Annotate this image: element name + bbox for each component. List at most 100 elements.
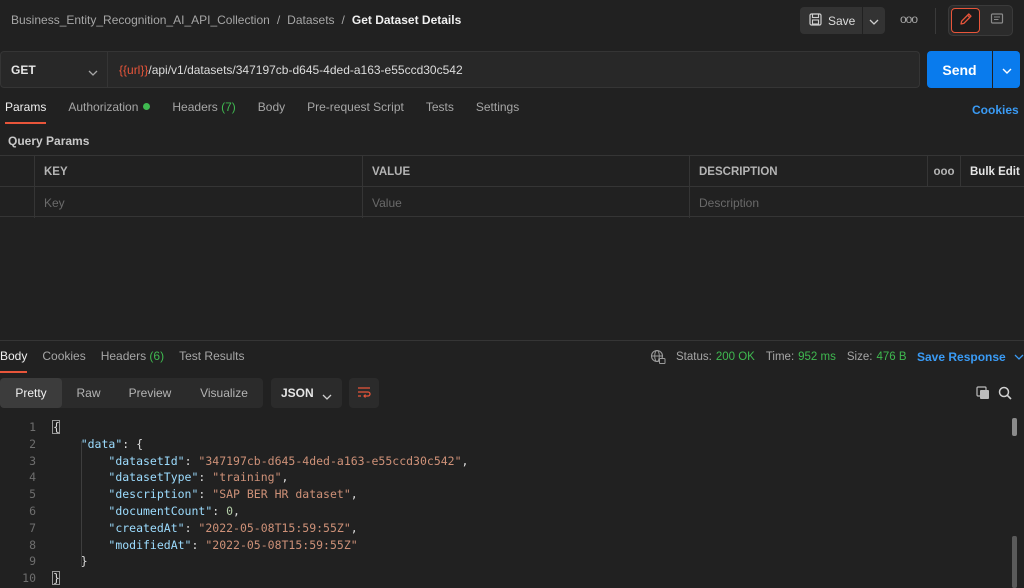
- format-select[interactable]: JSON: [271, 378, 342, 408]
- comment-icon: [990, 12, 1004, 29]
- code-punctuation: ,: [233, 504, 240, 518]
- globe-icon[interactable]: [650, 349, 666, 365]
- view-pretty[interactable]: Pretty: [0, 378, 62, 408]
- json-key: "datasetId": [108, 453, 185, 468]
- json-key: "datasetType": [108, 470, 199, 485]
- description-input[interactable]: Description: [689, 187, 1024, 218]
- scrollbar-track-marker: [1012, 536, 1017, 588]
- scrollbar-thumb[interactable]: [1012, 418, 1017, 436]
- response-divider[interactable]: [0, 340, 1024, 341]
- json-key: "data": [80, 436, 123, 451]
- line-number: 10: [22, 571, 36, 586]
- json-key: "description": [108, 487, 199, 502]
- tab-pre-request-script[interactable]: Pre-request Script: [307, 100, 404, 124]
- top-bar: Business_Entity_Recognition_AI_API_Colle…: [0, 0, 1024, 42]
- row-checkbox-cell: [0, 187, 34, 218]
- save-options-dropdown[interactable]: [863, 7, 885, 34]
- line-number: 6: [29, 504, 36, 518]
- send-options-dropdown[interactable]: [993, 51, 1020, 88]
- chevron-down-icon: [869, 14, 879, 28]
- tab-headers[interactable]: Headers (7): [172, 100, 235, 124]
- code-line: "modifiedAt": "2022-05-08T15:59:55Z": [53, 537, 357, 552]
- json-key: "documentCount": [108, 504, 213, 518]
- pencil-icon: [959, 12, 973, 29]
- code-line: "documentCount": 0,: [53, 504, 240, 518]
- code-punctuation: :: [184, 520, 199, 535]
- tab-response-headers[interactable]: Headers (6): [101, 349, 164, 373]
- breadcrumb-folder[interactable]: Datasets: [287, 13, 334, 27]
- json-key: "createdAt": [108, 520, 185, 535]
- wrap-lines-button[interactable]: [349, 378, 379, 408]
- view-mode-switcher: Pretty Raw Preview Visualize: [0, 378, 263, 408]
- chevron-down-icon: [88, 65, 98, 79]
- cookies-link[interactable]: Cookies: [972, 103, 1019, 117]
- tab-label: Settings: [475, 100, 520, 114]
- line-number: 1: [29, 420, 36, 434]
- code-punctuation: :: [198, 470, 213, 485]
- json-key: "modifiedAt": [108, 537, 192, 552]
- tab-label: Cookies: [42, 349, 86, 363]
- code-line: "data": {: [53, 437, 143, 451]
- bulk-edit-button[interactable]: Bulk Edit: [960, 156, 1024, 187]
- tab-settings[interactable]: Settings: [476, 100, 519, 124]
- tab-response-body[interactable]: Body: [0, 349, 28, 373]
- breadcrumb-collection[interactable]: Business_Entity_Recognition_AI_API_Colle…: [11, 13, 270, 27]
- page-title[interactable]: Get Dataset Details: [352, 13, 461, 27]
- breadcrumb-separator: /: [276, 13, 281, 27]
- response-body-editor[interactable]: 1{2 "data": {3 "datasetId": "347197cb-d6…: [0, 418, 1010, 588]
- tab-label: Tests: [425, 100, 454, 114]
- tab-params[interactable]: Params: [5, 100, 47, 124]
- save-response-button[interactable]: Save Response: [917, 350, 1024, 364]
- more-actions-button[interactable]: ooo: [900, 12, 918, 26]
- time-label: Time:: [765, 351, 795, 363]
- save-icon: [809, 12, 828, 29]
- table-row: Key Value Description: [0, 186, 1024, 218]
- json-number: 0: [226, 504, 234, 518]
- tab-authorization[interactable]: Authorization: [68, 100, 151, 124]
- tab-label: Body: [257, 100, 286, 114]
- tab-label: Headers: [100, 349, 147, 363]
- view-visualize[interactable]: Visualize: [185, 378, 263, 408]
- time-value[interactable]: 952 ms: [798, 351, 836, 363]
- tab-tests[interactable]: Tests: [426, 100, 454, 124]
- code-line: "datasetId": "347197cb-d645-4ded-a163-e5…: [53, 454, 468, 468]
- editor-scrollbar[interactable]: [1012, 418, 1017, 588]
- request-tabs: Params Authorization Headers (7) Body Pr…: [0, 100, 541, 124]
- status-value[interactable]: 200 OK: [716, 351, 755, 363]
- status-label: Status:: [676, 351, 712, 363]
- line-number: 9: [29, 554, 36, 569]
- save-button[interactable]: Save: [800, 7, 862, 34]
- tab-test-results[interactable]: Test Results: [179, 349, 244, 373]
- status-dot: [143, 103, 151, 110]
- url-variable: {{url}}: [119, 62, 149, 77]
- headers-count: (7): [221, 100, 236, 114]
- breadcrumb: Business_Entity_Recognition_AI_API_Colle…: [11, 13, 461, 27]
- chevron-down-icon: [322, 389, 332, 403]
- code-punctuation: : {: [122, 436, 144, 451]
- view-raw[interactable]: Raw: [62, 378, 115, 408]
- documentation-mode-button[interactable]: [983, 8, 1011, 33]
- code-punctuation: :: [212, 504, 227, 518]
- key-input[interactable]: Key: [34, 187, 362, 218]
- response-tabs: Body Cookies Headers (6) Test Results: [0, 349, 259, 373]
- size-value[interactable]: 476 B: [876, 351, 906, 363]
- method-select[interactable]: GET: [0, 51, 108, 88]
- send-button[interactable]: Send: [927, 51, 992, 88]
- view-preview[interactable]: Preview: [115, 378, 185, 408]
- breadcrumb-separator: /: [341, 13, 345, 27]
- row-checkbox-column: [0, 156, 34, 187]
- column-options-button[interactable]: ooo: [927, 156, 960, 187]
- copy-icon[interactable]: [976, 386, 990, 403]
- format-label: JSON: [281, 386, 314, 400]
- value-input[interactable]: Value: [362, 187, 689, 218]
- tab-response-cookies[interactable]: Cookies: [42, 349, 85, 373]
- edit-mode-button[interactable]: [951, 8, 980, 33]
- tab-body[interactable]: Body: [258, 100, 285, 124]
- url-input[interactable]: {{url}}/api/v1/datasets/347197cb-d645-4d…: [108, 51, 920, 88]
- chevron-down-icon: [1002, 63, 1012, 77]
- search-icon[interactable]: [998, 386, 1012, 403]
